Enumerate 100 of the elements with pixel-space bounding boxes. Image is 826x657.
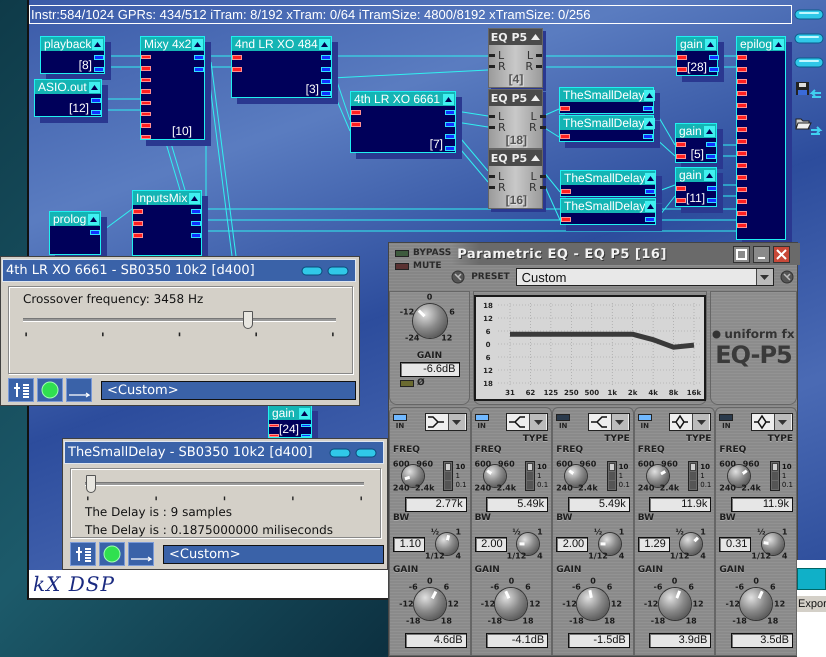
collapse-arrow-icon[interactable]	[89, 82, 100, 92]
route-button[interactable]	[66, 378, 92, 402]
plugin-block[interactable]: EQ P5 L R [16] L R	[488, 149, 543, 209]
output-port[interactable]: R	[529, 122, 546, 133]
mixer-button[interactable]	[8, 378, 34, 402]
switch-position[interactable]	[690, 472, 696, 480]
output-port[interactable]	[707, 186, 718, 191]
switch-position[interactable]	[445, 463, 452, 471]
input-port[interactable]	[560, 106, 570, 111]
collapse-arrow-icon[interactable]	[644, 118, 656, 128]
collapse-arrow-icon[interactable]	[704, 126, 715, 136]
capsule-button[interactable]	[794, 9, 824, 20]
capsule-button[interactable]	[327, 266, 349, 276]
output-port[interactable]	[645, 217, 655, 222]
phase-toggle[interactable]: Ø	[400, 378, 425, 388]
capsule-button[interactable]	[329, 448, 351, 458]
filter-type-dropdown[interactable]	[424, 413, 467, 431]
output-port[interactable]: L	[530, 171, 546, 182]
switch-position[interactable]	[690, 481, 696, 489]
switch-position[interactable]	[772, 481, 778, 489]
capsule-button[interactable]	[301, 266, 323, 276]
filter-type-dropdown[interactable]	[669, 413, 712, 431]
switch-position[interactable]	[772, 472, 778, 480]
collapse-arrow-icon[interactable]	[531, 95, 540, 101]
capsule-button[interactable]	[794, 57, 824, 68]
output-port[interactable]	[90, 230, 100, 235]
slider-thumb[interactable]	[243, 311, 254, 329]
preset-field[interactable]: <Custom>	[101, 380, 356, 400]
filter-type-dropdown[interactable]	[506, 413, 548, 431]
filter-type-dropdown[interactable]	[588, 413, 630, 431]
filter-type-dropdown[interactable]	[750, 413, 793, 431]
input-port[interactable]: L	[489, 171, 506, 182]
maximize-button[interactable]	[732, 246, 750, 262]
collapse-arrow-icon[interactable]	[189, 192, 200, 204]
output-port[interactable]	[643, 134, 653, 139]
plugin-block[interactable]: EQ P5 L R [4] L R	[488, 28, 543, 88]
power-button[interactable]	[99, 542, 125, 566]
range-switch[interactable]	[770, 461, 780, 491]
collapse-arrow-icon[interactable]	[531, 155, 540, 161]
switch-position[interactable]	[608, 472, 615, 480]
range-switch[interactable]	[688, 461, 698, 491]
switch-position[interactable]	[608, 481, 615, 489]
input-port[interactable]: R	[489, 122, 506, 133]
output-port[interactable]	[301, 424, 312, 427]
mute-toggle[interactable]: MUTE	[395, 261, 452, 271]
input-port[interactable]: R	[489, 61, 506, 72]
block-number: [10]	[172, 124, 193, 139]
route-button[interactable]	[128, 542, 154, 566]
switch-position[interactable]	[527, 463, 534, 471]
output-port[interactable]: R	[529, 182, 546, 193]
input-port[interactable]: R	[489, 182, 506, 193]
collapse-arrow-icon[interactable]	[443, 94, 454, 104]
output-port[interactable]: L	[526, 50, 542, 61]
collapse-arrow-icon[interactable]	[92, 38, 103, 50]
output-port[interactable]	[643, 106, 653, 111]
output-port[interactable]	[301, 434, 312, 437]
switch-position[interactable]	[527, 472, 534, 480]
capsule-button[interactable]	[794, 33, 824, 44]
collapse-arrow-icon[interactable]	[299, 408, 310, 418]
slider-thumb[interactable]	[86, 475, 96, 493]
output-port[interactable]	[645, 189, 655, 194]
switch-position[interactable]	[690, 463, 696, 471]
switch-position[interactable]	[445, 481, 452, 489]
input-port[interactable]: L	[489, 50, 506, 61]
power-button[interactable]	[37, 378, 63, 402]
bypass-toggle[interactable]: BYPASS	[395, 248, 452, 258]
collapse-arrow-icon[interactable]	[531, 34, 540, 40]
collapse-arrow-icon[interactable]	[773, 38, 784, 50]
preset-field[interactable]: <Custom>	[163, 544, 384, 564]
switch-position[interactable]	[772, 463, 778, 471]
collapse-arrow-icon[interactable]	[704, 170, 715, 180]
switch-position[interactable]	[527, 481, 534, 489]
mixer-button[interactable]	[70, 542, 96, 566]
collapse-arrow-icon[interactable]	[319, 38, 330, 50]
output-port[interactable]: R	[525, 61, 542, 72]
output-port[interactable]	[707, 198, 718, 203]
capsule-button[interactable]	[355, 448, 377, 458]
switch-position[interactable]	[445, 472, 452, 480]
close-button[interactable]	[772, 246, 790, 262]
switch-position[interactable]	[608, 463, 615, 471]
preset-dropdown[interactable]: Custom	[516, 268, 774, 286]
collapse-arrow-icon[interactable]	[88, 214, 99, 224]
collapse-arrow-icon[interactable]	[644, 90, 656, 100]
range-switch[interactable]	[525, 461, 536, 491]
output-port[interactable]	[709, 55, 720, 60]
range-switch[interactable]	[606, 461, 617, 491]
output-port[interactable]	[709, 67, 720, 72]
collapse-arrow-icon[interactable]	[645, 200, 656, 212]
collapse-arrow-icon[interactable]	[192, 38, 203, 50]
plugin-block[interactable]: EQ P5 L R [18] L R	[488, 89, 543, 149]
input-port[interactable]	[560, 134, 570, 139]
folder-open-icon[interactable]	[795, 116, 823, 138]
range-switch[interactable]	[443, 461, 454, 491]
output-port[interactable]: L	[530, 111, 546, 122]
minimize-button[interactable]	[752, 246, 770, 262]
collapse-arrow-icon[interactable]	[645, 172, 656, 184]
input-port[interactable]	[561, 217, 571, 222]
collapse-arrow-icon[interactable]	[705, 38, 716, 50]
input-port[interactable]: L	[489, 111, 506, 122]
input-port[interactable]	[561, 189, 571, 194]
